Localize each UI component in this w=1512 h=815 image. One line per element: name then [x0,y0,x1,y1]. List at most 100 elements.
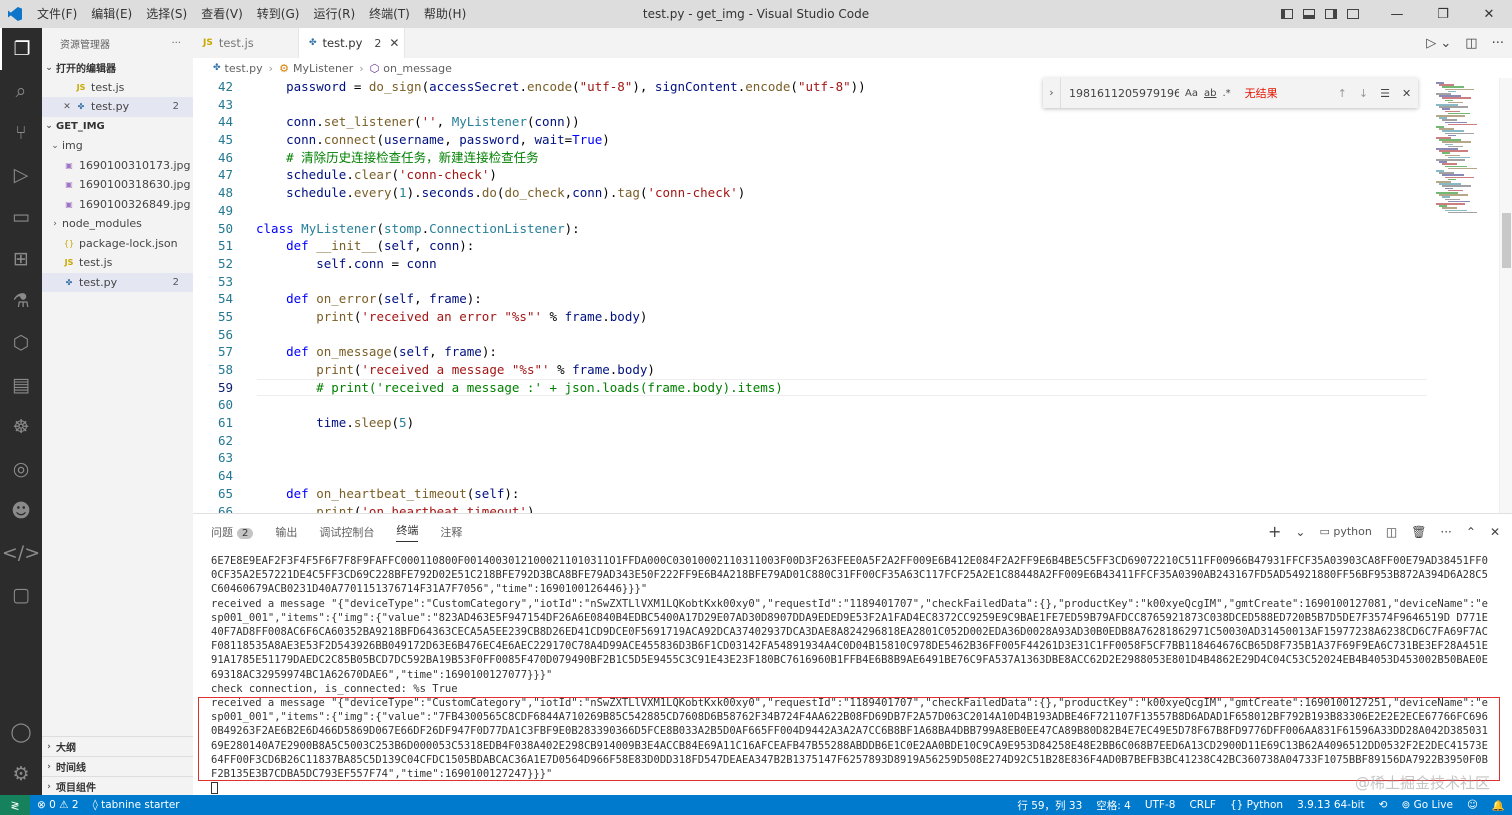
menu-item[interactable]: 编辑(E) [84,0,139,28]
encoding[interactable]: UTF-8 [1138,799,1183,811]
open-editor-item[interactable]: JS test.js [42,78,193,98]
python-interpreter[interactable]: 3.9.13 64-bit [1290,799,1372,811]
breadcrumb-method[interactable]: on_message [383,62,452,75]
terminal-instance[interactable]: ▭ python [1319,525,1371,538]
indentation[interactable]: 空格: 4 [1089,798,1138,813]
close-tab-icon[interactable]: ✕ [389,36,399,50]
breadcrumb-class[interactable]: MyListener [293,62,353,75]
minimap[interactable] [1433,78,1499,218]
workspace-folder-section[interactable]: ⌄ GET_IMG [42,117,193,137]
open-editors-section[interactable]: ⌄ 打开的编辑器 [42,58,193,78]
tab-problem-badge: 2 [374,36,382,50]
close-panel-icon[interactable]: ✕ [1490,525,1500,539]
toggle-secondary-sidebar-icon[interactable] [1320,0,1342,28]
folder-item[interactable]: › node_modules [42,214,193,234]
notifications-bell-icon[interactable]: 🔔 [1485,799,1512,812]
maximize-panel-icon[interactable]: ⌃ [1466,525,1476,539]
file-item[interactable]: ✤ test.py 2 [42,272,193,292]
menu-item[interactable]: 查看(V) [194,0,250,28]
docker-icon[interactable]: ▤ [0,364,42,406]
panel-more-icon[interactable]: ··· [1440,525,1451,539]
code-editor[interactable]: 42 password = do_sign(accessSecret.encod… [193,78,1433,513]
match-case-toggle[interactable]: Aa [1185,88,1198,99]
copilot-icon[interactable]: ☺ [1460,799,1485,811]
code-icon[interactable]: </> [0,532,42,574]
editor-scrollbar[interactable] [1499,78,1512,513]
settings-gear-icon[interactable]: ⚙ [0,753,42,795]
close-find-icon[interactable]: ✕ [1402,87,1411,100]
open-editor-item[interactable]: ✕ ✤ test.py 2 [42,97,193,117]
search-icon[interactable]: ⌕ [0,70,42,112]
menu-item[interactable]: 终端(T) [362,0,417,28]
panel-tab[interactable]: 输出 [275,524,297,540]
file-item[interactable]: ▣ 1690100318630.jpg [42,175,193,195]
panel-tab[interactable]: 调试控制台 [319,524,374,540]
toggle-panel-icon[interactable] [1298,0,1320,28]
close-editor-icon[interactable]: ✕ [60,102,74,112]
minimize-button[interactable]: — [1374,0,1420,28]
close-window-button[interactable]: ✕ [1466,0,1512,28]
problems-status[interactable]: ⊗ 0 ⚠ 2 [30,799,86,811]
new-terminal-icon[interactable]: + [1268,522,1281,541]
previous-match-icon[interactable]: ↑ [1338,87,1347,100]
language-mode[interactable]: {} Python [1223,799,1290,811]
scrollbar-thumb[interactable] [1502,213,1511,268]
go-live[interactable]: ⊚ Go Live [1394,799,1459,811]
testing-icon[interactable]: ⚗ [0,280,42,322]
tabnine-status[interactable]: ◊ tabnine starter [86,799,187,811]
source-control-icon[interactable]: ⑂ [0,112,42,154]
folder-item[interactable]: ⌄ img [42,136,193,156]
panel-tab[interactable]: 注释 [440,524,462,540]
split-editor-icon[interactable]: ◫ [1465,36,1477,51]
menu-item[interactable]: 运行(R) [306,0,362,28]
toggle-replace-chevron-icon[interactable]: › [1043,78,1061,108]
customize-layout-icon[interactable] [1342,0,1364,28]
menu-item[interactable]: 文件(F) [30,0,84,28]
sidebar-section-1[interactable]: › 时间线 [42,756,193,776]
menu-item[interactable]: 选择(S) [139,0,194,28]
explorer-icon[interactable]: ❐ [0,28,42,70]
account-icon[interactable]: ◯ [0,711,42,753]
regex-toggle[interactable]: .* [1222,88,1230,99]
run-debug-icon[interactable]: ▷ [0,154,42,196]
more-actions-icon[interactable]: ··· [1492,36,1504,51]
whole-word-toggle[interactable]: ab [1204,88,1216,99]
file-item[interactable]: ▣ 1690100326849.jpg [42,195,193,215]
cursor-position[interactable]: 行 59，列 33 [1010,798,1089,813]
octopus-icon[interactable]: ☸ [0,406,42,448]
code-line: 56 [193,326,1433,344]
sidebar-section-2[interactable]: › 项目组件 [42,776,193,796]
live-share-icon[interactable]: ⟲ [1372,799,1395,811]
split-terminal-icon[interactable]: ◫ [1386,525,1397,539]
find-in-selection-icon[interactable]: ☰ [1380,87,1390,100]
run-python-file-icon[interactable]: ▷ ⌄ [1426,36,1451,51]
chat-icon[interactable]: ▢ [0,574,42,616]
alien-icon[interactable]: ☻ [0,490,42,532]
menu-item[interactable]: 帮助(H) [417,0,473,28]
toggle-primary-sidebar-icon[interactable] [1276,0,1298,28]
editor-tab[interactable]: ✤ test.py 2 ✕ [299,28,405,58]
new-terminal-menu-icon[interactable]: ⌄ [1295,525,1305,539]
explorer-title: 资源管理器 [60,39,110,51]
kill-terminal-icon[interactable]: 🗑 [1411,525,1426,539]
next-match-icon[interactable]: ↓ [1359,87,1368,100]
file-item[interactable]: {} package-lock.json [42,234,193,254]
panel-tab[interactable]: 终端 [396,522,419,542]
find-input[interactable]: 1981611205979196.i [1069,87,1179,100]
extensions-icon[interactable]: ⊞ [0,238,42,280]
breadcrumb-file[interactable]: test.py [225,62,263,75]
restore-button[interactable]: ❐ [1420,0,1466,28]
file-name: 1690100310173.jpg [79,158,191,172]
menu-item[interactable]: 转到(G) [250,0,307,28]
remote-indicator[interactable]: ≷ [0,795,30,815]
file-item[interactable]: JS test.js [42,253,193,273]
panel-tab[interactable]: 问题 2 [211,524,254,540]
end-of-line[interactable]: CRLF [1182,799,1223,811]
network-icon[interactable]: ◎ [0,448,42,490]
editor-tab[interactable]: JS test.js [193,28,299,58]
sidebar-section-0[interactable]: › 大纲 [42,736,193,756]
more-actions-button[interactable]: ··· [171,38,181,49]
file-item[interactable]: ▣ 1690100310173.jpg [42,156,193,176]
remote-explorer-icon[interactable]: ▭ [0,196,42,238]
three-d-icon[interactable]: ⬡ [0,322,42,364]
